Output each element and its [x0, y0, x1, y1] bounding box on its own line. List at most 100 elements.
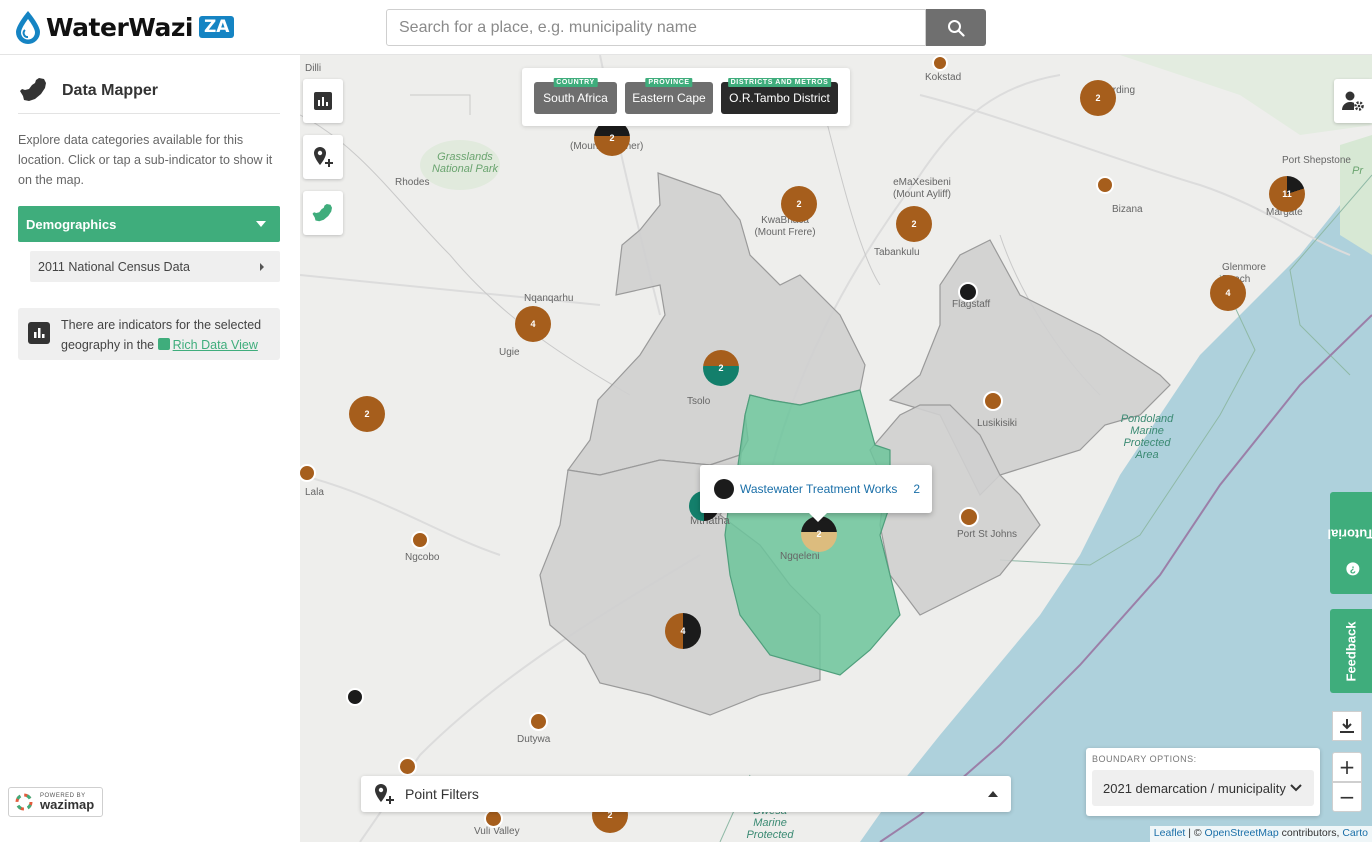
place-label: Nqanqarhu: [524, 293, 574, 304]
breadcrumb-tag: DISTRICTS AND METROS: [727, 78, 832, 87]
breadcrumb-district[interactable]: DISTRICTS AND METROS O.R.Tambo District: [721, 78, 838, 114]
rich-data-view-link[interactable]: Rich Data View: [173, 338, 258, 352]
caret-down-icon: [256, 221, 266, 227]
powered-by-wazimap[interactable]: POWERED BY wazimap: [8, 787, 103, 817]
tooltip-category: Wastewater Treatment Works: [740, 482, 898, 496]
place-label: Vuli Valley: [474, 826, 520, 837]
wazimap-label: wazimap: [40, 797, 95, 812]
osm-link[interactable]: OpenStreetMap: [1205, 827, 1279, 839]
data-mapper-panel: Data Mapper Explore data categories avai…: [0, 55, 300, 842]
panel-description: Explore data categories available for th…: [18, 133, 273, 187]
category-label: Demographics: [26, 216, 117, 232]
map-marker-plus-icon: [375, 784, 394, 804]
cluster-marker[interactable]: 2: [781, 186, 817, 222]
leaflet-link[interactable]: Leaflet: [1154, 827, 1186, 839]
boundary-options: BOUNDARY OPTIONS: 2021 demarcation / mun…: [1086, 748, 1320, 816]
subcategory-census-2011[interactable]: 2011 National Census Data: [30, 251, 280, 282]
map-marker-plus-icon: [314, 147, 333, 167]
south-africa-map-icon: [20, 78, 46, 101]
download-map-button[interactable]: [1332, 711, 1362, 741]
geography-breadcrumbs: COUNTRY South Africa PROVINCE Eastern Ca…: [522, 68, 850, 126]
point-filters-bar[interactable]: Point Filters: [361, 776, 1011, 812]
point-marker[interactable]: [958, 282, 978, 302]
cluster-marker[interactable]: 4: [665, 613, 701, 649]
search-input[interactable]: [386, 9, 926, 46]
place-label: Dutywa: [517, 734, 551, 745]
point-marker[interactable]: [411, 531, 429, 549]
cluster-marker[interactable]: 2: [1080, 80, 1116, 116]
rich-data-notice: There are indicators for the selected ge…: [18, 308, 280, 360]
point-mapper-toggle-button[interactable]: [303, 135, 343, 179]
place-label: Ugie: [499, 347, 520, 358]
place-label: Bizana: [1112, 204, 1143, 215]
download-icon: [1340, 719, 1354, 733]
cluster-marker[interactable]: 4: [515, 306, 551, 342]
marine-area-label: Pondoland Marine Protected Area: [1120, 413, 1174, 461]
place-label: Ngcobo: [405, 552, 440, 563]
south-africa-map-icon: [312, 204, 332, 222]
place-label: Kokstad: [925, 72, 962, 83]
breadcrumb-label: South Africa: [543, 91, 608, 105]
zoom-in-button[interactable]: +: [1332, 752, 1362, 782]
wazimap-logo-icon: [15, 793, 33, 811]
breadcrumb-label: Eastern Cape: [632, 91, 706, 105]
chevron-down-icon: [1290, 784, 1302, 792]
point-marker[interactable]: [932, 55, 948, 71]
breadcrumb-province[interactable]: PROVINCE Eastern Cape: [625, 78, 713, 114]
point-marker[interactable]: [959, 507, 979, 527]
place-label: Lala: [305, 487, 324, 498]
point-marker[interactable]: [529, 712, 548, 731]
place-label: Dilli: [305, 63, 322, 74]
caret-up-icon: [988, 791, 998, 797]
bar-chart-icon: [28, 322, 50, 344]
user-settings-button[interactable]: [1334, 79, 1372, 123]
legend-dot: [714, 479, 734, 499]
tutorial-tab[interactable]: ? Tutorial: [1327, 492, 1372, 594]
water-drop-icon: [16, 11, 40, 44]
boundary-select[interactable]: 2021 demarcation / municipality: [1092, 770, 1314, 806]
map-attribution: Leaflet | © OpenStreetMap contributors, …: [1149, 826, 1372, 842]
data-mapper-toggle-button[interactable]: [303, 191, 343, 235]
caret-right-icon: [260, 263, 264, 271]
help-circle-icon: ?: [1346, 562, 1360, 576]
park-label: Grasslands National Park: [431, 151, 499, 175]
place-label: Lusikisiki: [977, 418, 1018, 429]
feedback-tab[interactable]: Feedback: [1330, 609, 1372, 693]
place-label: Port Shepstone: [1282, 155, 1351, 166]
point-marker[interactable]: [983, 391, 1003, 411]
place-label: Port St Johns: [957, 529, 1018, 540]
breadcrumb-tag: PROVINCE: [645, 78, 693, 87]
place-label: eMaXesibeni (Mount Ayliff): [893, 177, 951, 200]
cluster-marker[interactable]: 4: [1210, 275, 1246, 311]
tutorial-label: Tutorial: [1327, 526, 1372, 542]
point-marker[interactable]: [398, 757, 417, 776]
breadcrumb-country[interactable]: COUNTRY South Africa: [534, 78, 617, 114]
cluster-marker[interactable]: 2: [896, 206, 932, 242]
rich-data-toggle-button[interactable]: [303, 79, 343, 123]
brand-badge: ZA: [198, 16, 235, 38]
category-demographics[interactable]: Demographics: [18, 206, 280, 242]
zoom-out-button[interactable]: −: [1332, 782, 1362, 812]
search-icon: [948, 19, 965, 37]
logo[interactable]: WaterWazi ZA: [14, 10, 235, 44]
cluster-marker[interactable]: 2: [349, 396, 385, 432]
place-label: Tsolo: [687, 396, 711, 407]
breadcrumb-label: O.R.Tambo District: [729, 91, 830, 105]
breadcrumb-tag: COUNTRY: [553, 78, 598, 87]
place-label: Tabankulu: [874, 247, 920, 258]
user-gear-icon: [1342, 91, 1364, 111]
place-label: Rhodes: [395, 177, 430, 188]
boundary-options-label: BOUNDARY OPTIONS:: [1092, 754, 1197, 764]
point-filters-label: Point Filters: [405, 786, 479, 802]
app-header: WaterWazi ZA: [0, 0, 1372, 55]
place-label: Ngqeleni: [780, 551, 820, 562]
search-button[interactable]: [926, 9, 986, 46]
cluster-marker[interactable]: 11: [1269, 176, 1305, 212]
point-marker[interactable]: [346, 688, 364, 706]
map-canvas[interactable]: Dilli Kokstad Harding eMaXesibeni (Mount…: [300, 55, 1372, 842]
bar-chart-icon: [314, 92, 332, 110]
carto-link[interactable]: Carto: [1342, 827, 1368, 839]
park-label: Pr: [1352, 165, 1363, 177]
point-marker[interactable]: [1096, 176, 1114, 194]
cluster-marker[interactable]: 2: [703, 350, 739, 386]
